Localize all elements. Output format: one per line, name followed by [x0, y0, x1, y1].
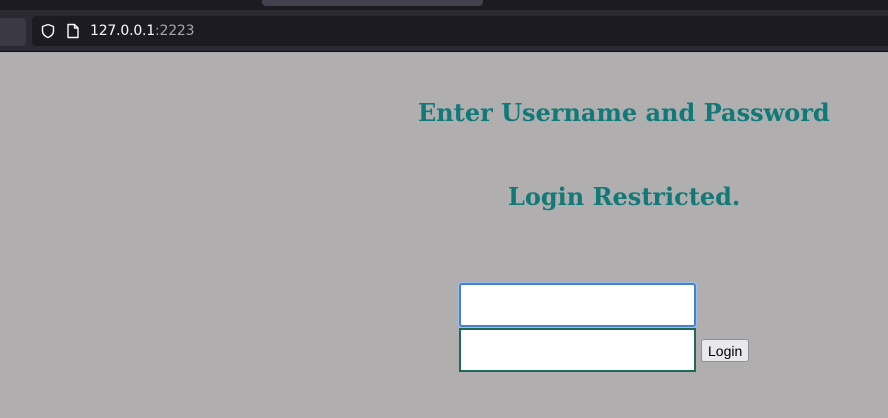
- browser-tab-strip: [0, 0, 888, 10]
- url-text[interactable]: 127.0.0.1:2223: [90, 23, 195, 39]
- browser-toolbar: 127.0.0.1:2223: [0, 10, 888, 52]
- url-port: :2223: [155, 23, 195, 39]
- browser-tab[interactable]: [262, 0, 483, 6]
- page-title: Enter Username and Password: [418, 98, 830, 127]
- username-field[interactable]: [459, 283, 696, 327]
- page-content: Enter Username and Password Login Restri…: [0, 52, 888, 418]
- login-button[interactable]: Login: [701, 339, 750, 362]
- sidebar-toggle[interactable]: [0, 18, 26, 46]
- address-bar[interactable]: 127.0.0.1:2223: [32, 16, 888, 46]
- restriction-notice: Login Restricted.: [508, 182, 741, 211]
- page-icon: [64, 22, 82, 40]
- url-host: 127.0.0.1: [90, 23, 155, 39]
- password-field[interactable]: [459, 328, 696, 372]
- shield-icon[interactable]: [39, 22, 57, 40]
